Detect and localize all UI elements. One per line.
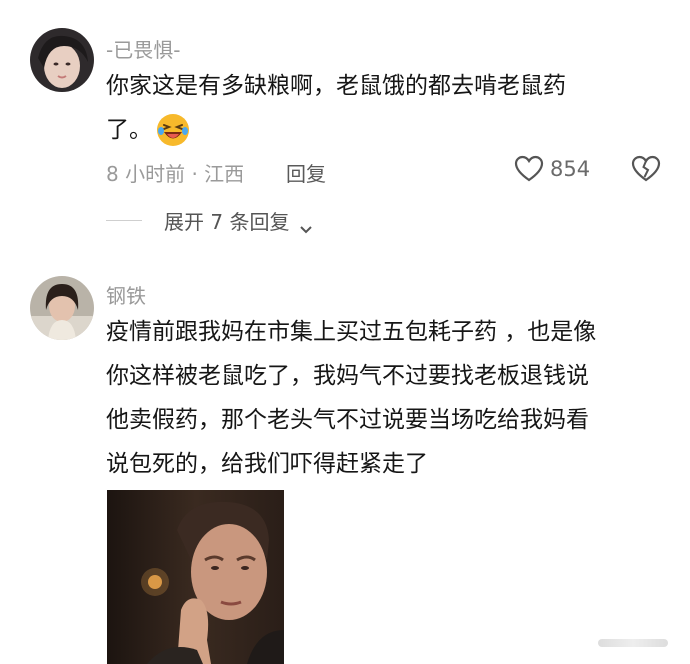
username[interactable]: 钢铁 [106,280,146,309]
expand-replies-label: 展开 7 条回复 [164,210,290,234]
comment-text-line: 他卖假药，那个老头气不过说要当场吃给我妈看 [106,407,589,433]
expand-replies[interactable]: 展开 7 条回复 [106,206,313,235]
comment-text-line: 了。 [106,117,152,143]
time-location: 8 小时前 · 江西 [106,162,245,186]
comment-2: 钢铁 疫情前跟我妈在市集上买过五包耗子药 ，也是像 你这样被老鼠吃了，我妈气不过… [0,260,690,664]
avatar[interactable] [30,28,94,92]
like-button[interactable]: 854 [514,155,590,183]
dislike-button[interactable] [631,155,661,187]
chevron-down-icon [299,216,313,233]
avatar[interactable] [30,276,94,340]
comment-text: 疫情前跟我妈在市集上买过五包耗子药 ，也是像 你这样被老鼠吃了，我妈气不过要找老… [106,310,676,486]
heart-icon [514,155,544,183]
like-count: 854 [550,157,591,181]
comment-text-line: 疫情前跟我妈在市集上买过五包耗子药 ，也是像 [106,319,597,345]
username[interactable]: -已畏惧- [106,34,180,63]
watermark [583,632,683,654]
broken-heart-icon [631,155,661,183]
laughing-crying-emoji-icon [156,113,190,147]
divider-line [106,220,142,221]
comment-1: -已畏惧- 你家这是有多缺粮啊，老鼠饿的都去啃老鼠药 了。 8 小时前 · 江西… [0,0,690,260]
comment-text-line: 说包死的，给我们吓得赶紧走了 [106,451,428,477]
comment-image[interactable] [107,490,284,664]
comment-text-line: 你这样被老鼠吃了，我妈气不过要找老板退钱说 [106,363,589,389]
comment-text: 你家这是有多缺粮啊，老鼠饿的都去啃老鼠药 了。 [106,64,666,152]
watermark-mark [598,639,668,647]
reply-button[interactable]: 回复 [286,158,326,187]
comment-text-line: 你家这是有多缺粮啊，老鼠饿的都去啃老鼠药 [106,73,566,99]
